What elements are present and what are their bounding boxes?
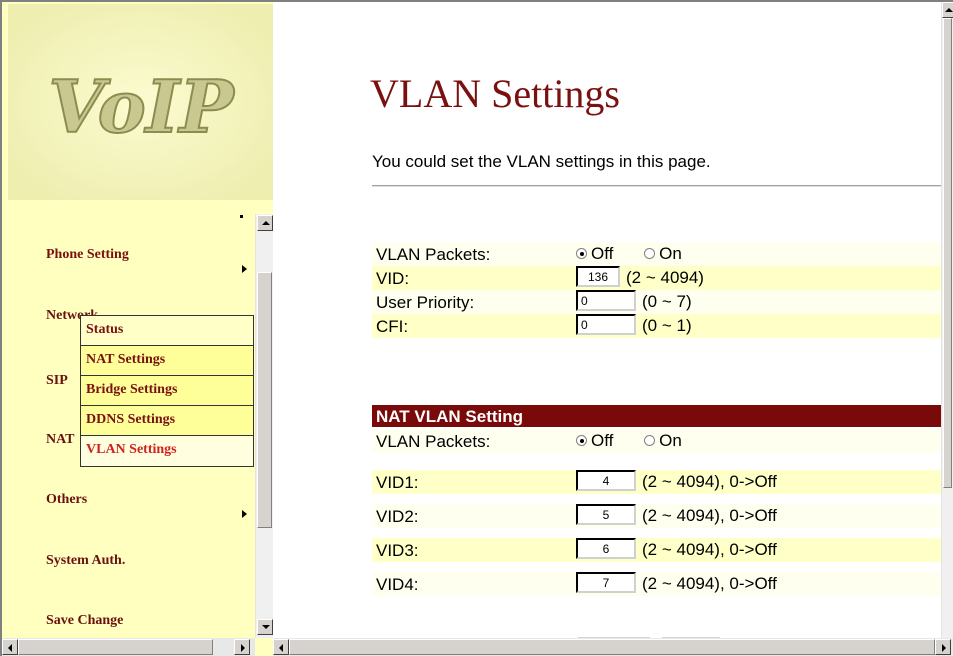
voip-logo: VoIP: [8, 4, 274, 200]
submenu-ddns-settings[interactable]: DDNS Settings: [81, 406, 253, 436]
nav-phone-setting[interactable]: Phone Setting: [46, 247, 129, 263]
nat-vlan-on-label: On: [659, 431, 682, 450]
nav-system-auth[interactable]: System Auth.: [46, 553, 125, 569]
scroll-up-icon[interactable]: [257, 215, 273, 231]
nat-vlan-off-radio[interactable]: [576, 434, 587, 446]
vid-range: (2 ~ 4094): [626, 268, 704, 287]
nat-vlan-on-radio[interactable]: [644, 434, 656, 446]
vid3-input[interactable]: 6: [576, 538, 636, 560]
vlan-off-label: Off: [591, 244, 614, 263]
nat-vlan-packets-label: VLAN Packets:: [376, 432, 491, 451]
priority-range: (0 ~ 7): [642, 292, 692, 311]
priority-row: User Priority: 0 (0 ~ 7): [372, 290, 941, 314]
left-scroll-thumb[interactable]: [257, 272, 272, 528]
left-horizontal-scrollbar[interactable]: [2, 638, 255, 656]
vid3-label: VID3:: [376, 541, 419, 560]
submenu-arrow-icon: [242, 265, 247, 273]
submenu-bridge-settings[interactable]: Bridge Settings: [81, 376, 253, 406]
content-scroll-thumb[interactable]: [943, 18, 952, 488]
vid4-row: VID4: 7 (2 ~ 4094), 0->Off: [372, 572, 941, 596]
vid1-input[interactable]: 4: [576, 470, 636, 492]
scroll-right-icon[interactable]: [234, 639, 250, 655]
divider: [372, 185, 941, 187]
nav-nat[interactable]: NAT: [46, 432, 75, 448]
submenu-arrow-icon: [242, 510, 247, 518]
vid4-input[interactable]: 7: [576, 572, 636, 594]
submenu-status[interactable]: Status: [81, 316, 253, 346]
vid4-label: VID4:: [376, 575, 419, 594]
scroll-left-icon[interactable]: [2, 639, 18, 655]
cfi-row: CFI: 0 (0 ~ 1): [372, 314, 941, 338]
content-vertical-scrollbar[interactable]: [941, 2, 953, 638]
priority-input[interactable]: 0: [576, 290, 636, 312]
content-horizontal-scrollbar[interactable]: [273, 638, 953, 656]
vlan-packets-row: VLAN Packets: Off On: [372, 242, 941, 266]
vid4-range: (2 ~ 4094), 0->Off: [642, 574, 777, 593]
scroll-right-icon[interactable]: [935, 639, 951, 655]
resize-mark: [240, 215, 243, 218]
left-vertical-scrollbar[interactable]: [255, 214, 273, 638]
page-description: You could set the VLAN settings in this …: [372, 152, 711, 171]
vid-input[interactable]: 136: [576, 266, 620, 288]
left-hscroll-thumb[interactable]: [18, 639, 213, 655]
vid2-input[interactable]: 5: [576, 504, 636, 526]
vid1-label: VID1:: [376, 473, 419, 492]
vid-row: VID: 136 (2 ~ 4094): [372, 266, 941, 290]
vlan-off-radio[interactable]: [576, 247, 587, 259]
cfi-input[interactable]: 0: [576, 314, 636, 336]
cfi-range: (0 ~ 1): [642, 316, 692, 335]
network-submenu: Status NAT Settings Bridge Settings DDNS…: [80, 315, 254, 467]
left-nav-frame: VoIP Phone Setting Network SIP NAT Other…: [2, 2, 274, 656]
vlan-on-radio[interactable]: [644, 247, 656, 259]
scroll-down-icon[interactable]: [257, 619, 273, 635]
vid1-row: VID1: 4 (2 ~ 4094), 0->Off: [372, 470, 941, 494]
scroll-left-icon[interactable]: [273, 639, 289, 655]
nav-sip[interactable]: SIP: [46, 373, 68, 389]
nat-vlan-off-label: Off: [591, 431, 614, 450]
nat-vlan-section-title: NAT VLAN Setting: [376, 407, 524, 426]
submenu-vlan-settings[interactable]: VLAN Settings: [81, 436, 253, 466]
vid2-row: VID2: 5 (2 ~ 4094), 0->Off: [372, 504, 941, 528]
vid-label: VID:: [376, 269, 410, 288]
cfi-label: CFI:: [376, 317, 409, 336]
svg-text:VoIP: VoIP: [48, 64, 235, 149]
page-title: VLAN Settings: [370, 71, 620, 116]
content-frame: VLAN Settings You could set the VLAN set…: [273, 2, 941, 638]
nat-vlan-section-header: NAT VLAN Setting: [372, 405, 941, 427]
content-hscroll-thumb[interactable]: [289, 639, 935, 655]
vid2-label: VID2:: [376, 507, 419, 526]
vid3-range: (2 ~ 4094), 0->Off: [642, 540, 777, 559]
scroll-up-icon[interactable]: [942, 2, 953, 18]
nat-vlan-packets-row: VLAN Packets: Off On: [372, 429, 941, 453]
vlan-on-label: On: [659, 244, 682, 263]
vid2-range: (2 ~ 4094), 0->Off: [642, 506, 777, 525]
vlan-packets-label: VLAN Packets:: [376, 245, 491, 264]
nav-others[interactable]: Others: [46, 492, 87, 508]
submenu-nat-settings[interactable]: NAT Settings: [81, 346, 253, 376]
vid3-row: VID3: 6 (2 ~ 4094), 0->Off: [372, 538, 941, 562]
vid1-range: (2 ~ 4094), 0->Off: [642, 472, 777, 491]
priority-label: User Priority:: [376, 293, 475, 312]
nav-save-change[interactable]: Save Change: [46, 613, 123, 629]
